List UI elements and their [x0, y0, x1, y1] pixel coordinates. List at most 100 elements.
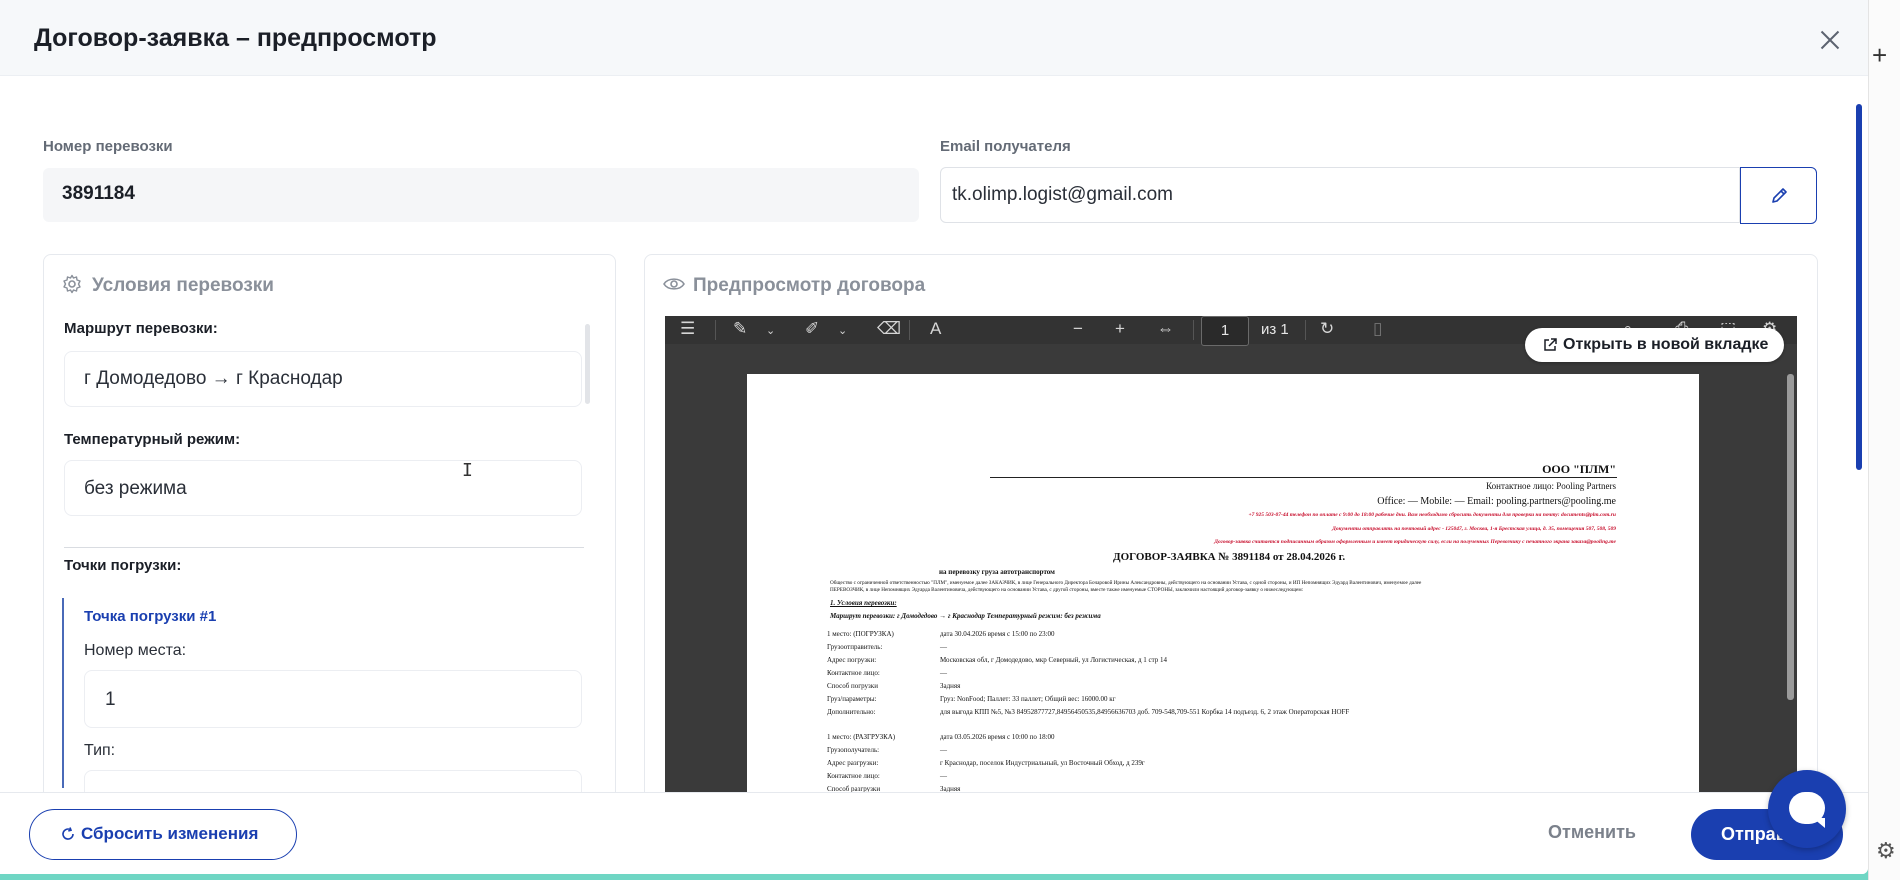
- pdf-row-key: Способ погрузки: [827, 682, 878, 690]
- zoom-out-icon[interactable]: −: [1073, 319, 1083, 339]
- pdf-doc-subtitle: на перевозку груза автотранспортом: [939, 568, 1055, 576]
- fit-width-icon[interactable]: ⇔: [1157, 319, 1174, 339]
- pdf-row-key: Дополнительно:: [827, 708, 876, 716]
- pdf-red-line: Договор-заявка считается подписанным обр…: [1214, 539, 1616, 545]
- shipment-number-label: Номер перевозки: [43, 138, 173, 155]
- type-label: Тип:: [84, 742, 116, 759]
- pdf-intro: Общество с ограниченной ответственностью…: [830, 580, 1422, 586]
- highlight-icon[interactable]: ✎: [733, 319, 747, 339]
- pdf-row-value: Груз: NonFood; Паллет: 33 паллет; Общий …: [940, 695, 1116, 703]
- plus-icon[interactable]: +: [1872, 40, 1887, 71]
- external-link-icon: [1544, 338, 1557, 351]
- pdf-row-value: —: [940, 746, 947, 754]
- pdf-viewer[interactable]: ☰ ✎ ⌄ ✐ ⌄ ⌫ A − + ⇔ 1 из 1 ↻ ▯ ⌕ ⎙ ⬚ ⚙ О…: [665, 316, 1797, 792]
- toolbar-separator: [1193, 320, 1194, 340]
- modal-header: Договор-заявка – предпросмотр: [0, 0, 1868, 76]
- pdf-scrollbar[interactable]: [1787, 374, 1794, 700]
- email-label: Email получателя: [940, 138, 1071, 155]
- eye-icon: [663, 278, 685, 290]
- shipment-number-field: [43, 168, 919, 222]
- text-cursor-icon: I: [462, 460, 473, 481]
- chat-widget-button[interactable]: [1768, 770, 1846, 848]
- contract-preview-modal: Договор-заявка – предпросмотр Номер пере…: [0, 0, 1868, 874]
- pdf-row-value: Московская обл, г Домодедово, мкр Северн…: [940, 656, 1168, 664]
- chevron-down-icon[interactable]: ⌄: [766, 324, 775, 337]
- toolbar-separator: [909, 320, 910, 340]
- pencil-icon: [1772, 188, 1787, 203]
- two-page-icon[interactable]: ▯: [1373, 319, 1382, 339]
- toolbar-separator: [1305, 320, 1306, 340]
- zoom-in-icon[interactable]: +: [1115, 319, 1125, 339]
- route-label: Маршрут перевозки:: [64, 320, 218, 337]
- pdf-company: ООО "ПЛМ": [1542, 462, 1616, 476]
- toolbar-separator: [715, 320, 716, 340]
- email-value[interactable]: tk.olimp.logist@gmail.com: [952, 184, 1173, 206]
- pdf-row-key: Адрес погрузки:: [827, 656, 877, 664]
- page-number-input[interactable]: 1: [1201, 316, 1249, 346]
- pdf-row-value: —: [940, 643, 947, 651]
- outline-icon[interactable]: ☰: [680, 319, 695, 339]
- pdf-red-line: +7 925 503-07-44 телефон по оплате с 9:0…: [1248, 512, 1616, 518]
- edit-email-button[interactable]: [1740, 167, 1817, 224]
- conditions-panel: [43, 254, 616, 814]
- pdf-intro: ПЕРЕВОЗЧИК, в лице Непомнящих Эдуарда Ва…: [830, 587, 1304, 593]
- modal-scrollbar[interactable]: [1856, 104, 1862, 470]
- pdf-row-key: Контактное лицо:: [827, 669, 880, 677]
- loading-point-title[interactable]: Точка погрузки #1: [84, 608, 216, 625]
- pdf-row-value: дата 30.04.2026 время с 15:00 по 23:00: [940, 630, 1055, 638]
- conditions-title: Условия перевозки: [92, 275, 274, 296]
- pdf-row-value: дата 03.05.2026 время с 10:00 по 18:00: [940, 733, 1055, 741]
- cancel-button[interactable]: Отменить: [1548, 822, 1636, 843]
- pdf-rule: [990, 477, 1617, 478]
- gear-icon: [63, 274, 81, 294]
- rotate-icon[interactable]: ↻: [1320, 319, 1334, 339]
- pdf-section-title: 1. Условия перевозки:: [830, 599, 897, 607]
- refresh-icon: [62, 827, 74, 840]
- route-value: г Домодедово → г Краснодар: [84, 368, 343, 389]
- reset-changes-button[interactable]: Сбросить изменения: [29, 809, 297, 860]
- draw-icon[interactable]: ✐: [805, 319, 819, 339]
- pdf-row-key: Грузополучатель:: [827, 746, 880, 754]
- pdf-row-key: Способ разгрузки: [827, 785, 881, 792]
- right-sidebar-edge: [1868, 0, 1900, 880]
- pdf-row-value: —: [940, 669, 947, 677]
- chevron-down-icon[interactable]: ⌄: [838, 324, 847, 337]
- pdf-row-key: 1 место: (РАЗГРУЗКА): [827, 733, 896, 741]
- open-new-tab-label: Открыть в новой вкладке: [1563, 336, 1769, 353]
- pdf-row-key: Адрес разгрузки:: [827, 759, 879, 767]
- pdf-row-key: 1 место: (ПОГРУЗКА): [827, 630, 894, 638]
- chat-icon-tail: [1813, 818, 1825, 828]
- pdf-route-line: Маршрут перевозки: г Домодедово → г Крас…: [830, 612, 1101, 620]
- pdf-row-value: для выгода КПП №5, №3 84952877727,849564…: [940, 708, 1350, 716]
- shipment-number-value: 3891184: [62, 183, 135, 204]
- temperature-value: без режима: [84, 478, 187, 499]
- loading-points-label: Точки погрузки:: [64, 557, 182, 574]
- open-new-tab-button[interactable]: Открыть в новой вкладке: [1525, 328, 1785, 362]
- pdf-doc-title: ДОГОВОР-ЗАЯВКА № 3891184 от 28.04.2026 г…: [1113, 551, 1346, 563]
- pdf-contact: Контактное лицо: Pooling Partners: [1486, 481, 1616, 491]
- divider: [64, 547, 584, 548]
- pdf-row-key: Груз/параметры:: [827, 695, 877, 703]
- modal-title: Договор-заявка – предпросмотр: [34, 24, 437, 52]
- pdf-row-value: Задняя: [940, 682, 961, 690]
- pdf-row-key: Контактное лицо:: [827, 772, 880, 780]
- pdf-row-value: Задняя: [940, 785, 961, 792]
- place-number-field[interactable]: [84, 670, 582, 728]
- text-icon[interactable]: A: [930, 319, 941, 339]
- place-number-value: 1: [105, 689, 116, 710]
- close-icon[interactable]: [1812, 22, 1848, 58]
- place-number-label: Номер места:: [84, 642, 187, 659]
- pdf-row-value: г Краснодар, поселок Индустриальный, ул …: [940, 759, 1145, 767]
- temperature-label: Температурный режим:: [64, 431, 241, 448]
- reset-changes-label: Сбросить изменения: [81, 824, 259, 843]
- pdf-office: Office: — Mobile: — Email: pooling.partn…: [1377, 496, 1616, 507]
- eraser-icon[interactable]: ⌫: [877, 319, 901, 339]
- page-total: из 1: [1261, 321, 1289, 338]
- pdf-page: ООО "ПЛМ" Контактное лицо: Pooling Partn…: [747, 374, 1699, 792]
- preview-title: Предпросмотр договора: [693, 275, 926, 296]
- conditions-scrollbar[interactable]: [585, 324, 590, 404]
- loading-point-bar: [62, 598, 64, 788]
- pdf-row-key: Грузоотправитель:: [827, 643, 883, 651]
- pdf-red-line: Документы отправлять на почтовый адрес -…: [1332, 526, 1616, 532]
- settings-gear-icon[interactable]: ⚙: [1876, 838, 1896, 864]
